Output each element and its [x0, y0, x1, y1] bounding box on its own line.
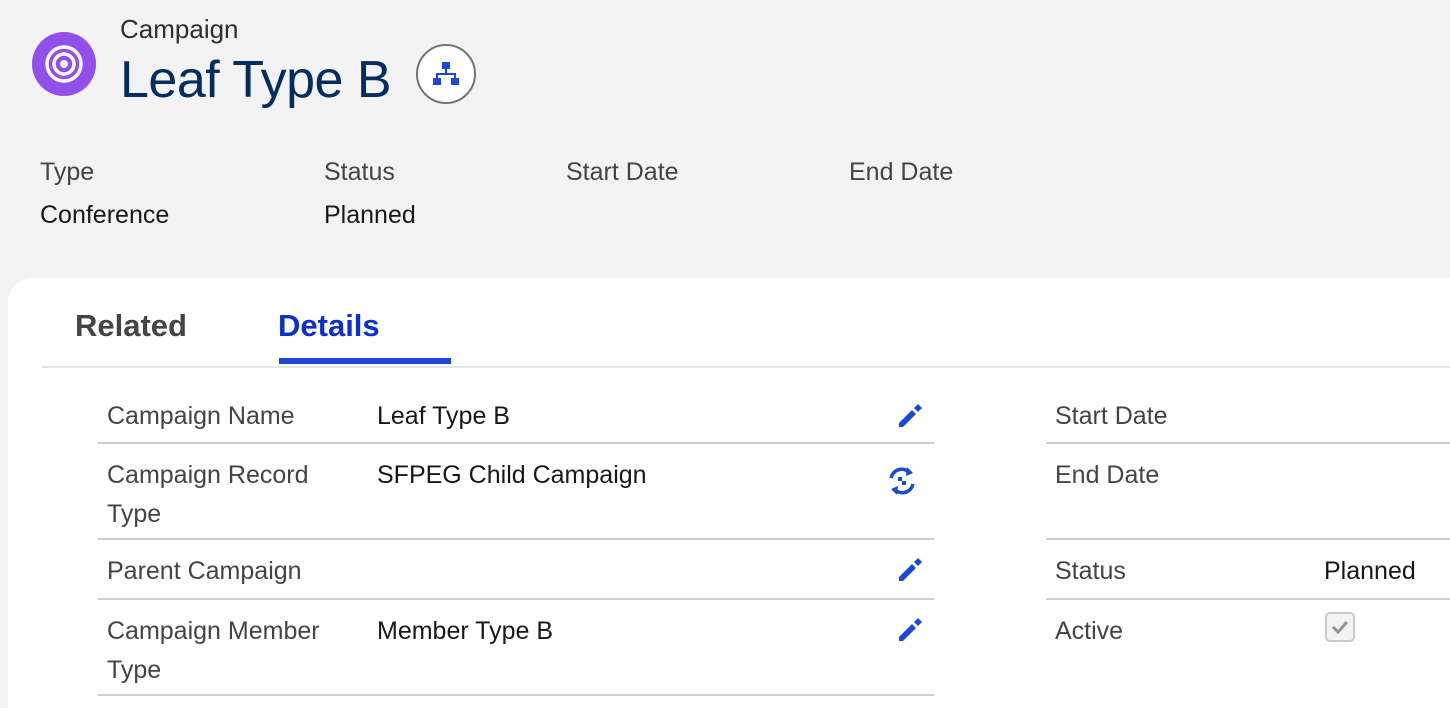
- field-label: Active: [1055, 617, 1124, 645]
- pencil-edit-icon[interactable]: [893, 552, 927, 586]
- hierarchy-icon: [433, 62, 459, 85]
- highlight-label: Status: [324, 158, 395, 186]
- field-row-status: Status Planned: [1046, 540, 1450, 600]
- field-row-campaign-name: Campaign Name Leaf Type B: [98, 388, 934, 444]
- record-header: Campaign Leaf Type B Type Conference Sta…: [0, 0, 1450, 280]
- change-record-type-icon[interactable]: [885, 464, 919, 498]
- page-title: Leaf Type B: [120, 51, 392, 109]
- highlight-value: Conference: [40, 201, 170, 229]
- highlight-end-date: End Date: [849, 158, 953, 201]
- field-value: Leaf Type B: [377, 402, 510, 430]
- pencil-edit-icon[interactable]: [893, 612, 927, 646]
- highlight-status: Status Planned: [324, 158, 416, 230]
- object-type-label: Campaign: [120, 14, 239, 44]
- tab-details[interactable]: Details: [278, 308, 380, 364]
- field-row-end-date: End Date: [1046, 444, 1450, 540]
- tab-related[interactable]: Related: [75, 308, 187, 364]
- tab-bar: Related Details: [42, 278, 1450, 368]
- field-label: Campaign Record Type: [107, 461, 309, 528]
- highlight-label: Type: [40, 158, 95, 186]
- field-row-start-date: Start Date: [1046, 388, 1450, 444]
- field-label: Campaign Name: [107, 402, 295, 430]
- field-label: Start Date: [1055, 402, 1168, 430]
- field-label: End Date: [1055, 461, 1160, 489]
- field-row-campaign-record-type: Campaign Record Type SFPEG Child Campaig…: [98, 444, 934, 540]
- field-label: Campaign Member Type: [107, 617, 320, 684]
- field-label: Status: [1055, 557, 1126, 585]
- active-tab-indicator: [279, 358, 451, 364]
- highlight-value: Planned: [324, 201, 416, 229]
- field-row-active: Active: [1046, 600, 1450, 696]
- field-value: Planned: [1324, 557, 1416, 585]
- record-detail-card: Related Details Campaign Name Leaf Type …: [8, 278, 1450, 708]
- field-label: Parent Campaign: [107, 557, 302, 585]
- checkmark-icon: [1331, 620, 1349, 634]
- field-row-campaign-member-type: Campaign Member Type Member Type B: [98, 600, 934, 696]
- highlight-start-date: Start Date: [566, 158, 679, 201]
- highlight-label: Start Date: [566, 158, 679, 186]
- pencil-edit-icon[interactable]: [893, 398, 927, 432]
- view-hierarchy-button[interactable]: [416, 44, 476, 104]
- field-value: Member Type B: [377, 617, 554, 645]
- active-checkbox: [1325, 612, 1355, 642]
- highlight-type: Type Conference: [40, 158, 169, 230]
- campaign-target-icon: [32, 32, 96, 96]
- highlight-label: End Date: [849, 158, 954, 186]
- field-value: SFPEG Child Campaign: [377, 461, 647, 489]
- field-row-parent-campaign: Parent Campaign: [98, 540, 934, 600]
